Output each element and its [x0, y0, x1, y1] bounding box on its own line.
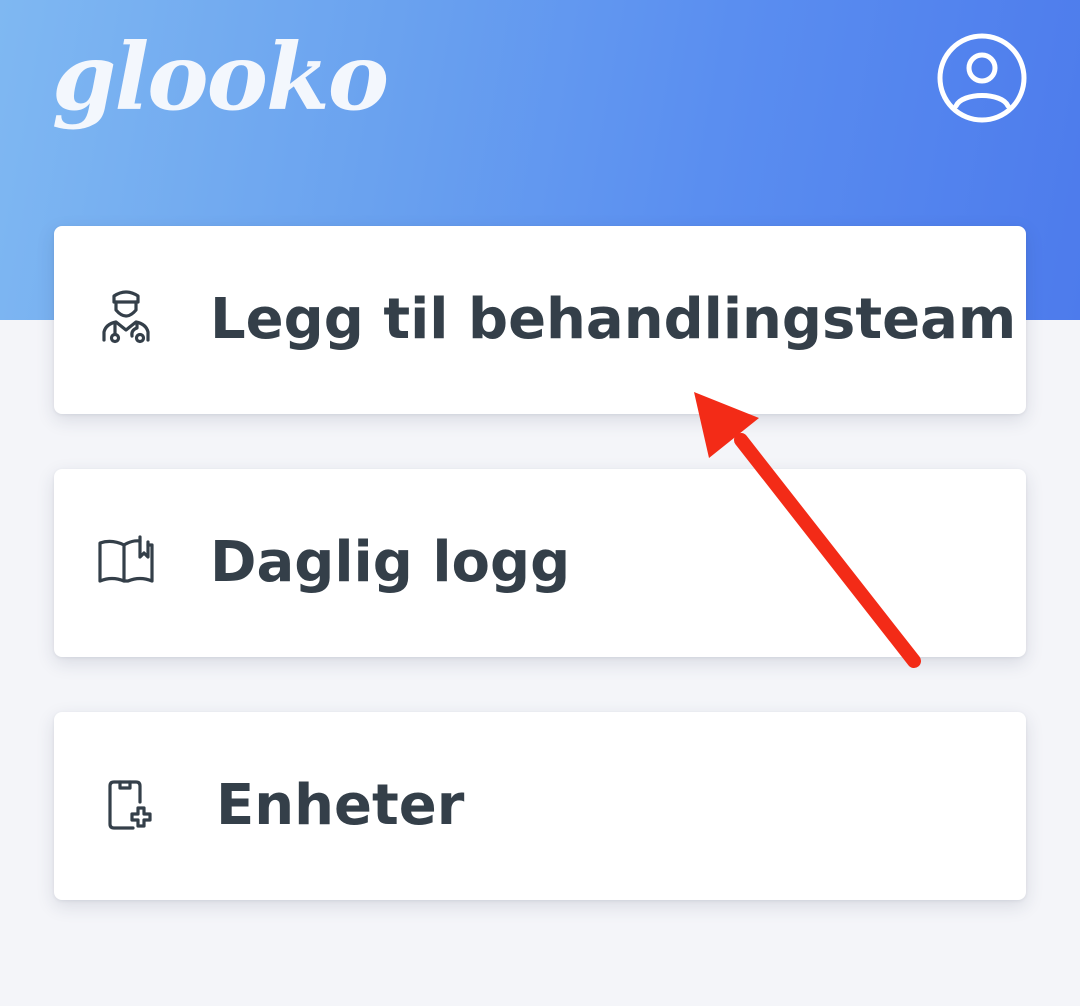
- open-book-icon: [98, 535, 154, 583]
- device-add-icon: [108, 780, 152, 830]
- menu-item-label: Enheter: [216, 773, 465, 838]
- menu-item-label: Legg til behandlingsteam: [210, 287, 1017, 352]
- menu-item-label: Daglig logg: [210, 530, 571, 595]
- menu-item-add-care-team[interactable]: Legg til behandlingsteam: [54, 226, 1026, 414]
- account-circle-icon: [937, 33, 1027, 123]
- menu-item-devices[interactable]: Enheter: [54, 712, 1026, 900]
- profile-button[interactable]: [936, 32, 1028, 124]
- care-team-doctor-icon: [102, 290, 150, 344]
- menu-item-daily-log[interactable]: Daglig logg: [54, 469, 1026, 657]
- glooko-logo: glooko: [52, 23, 389, 131]
